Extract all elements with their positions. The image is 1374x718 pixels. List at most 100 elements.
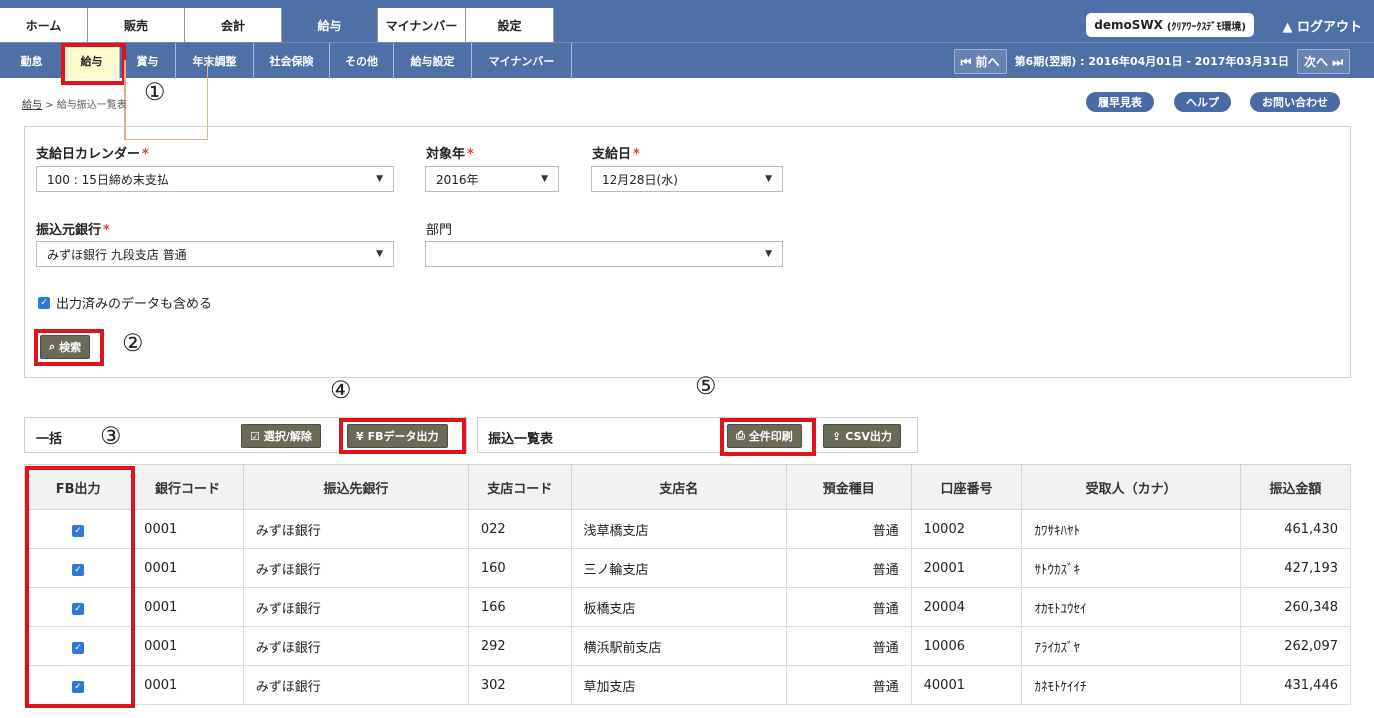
- year-label: 対象年 *: [426, 147, 474, 162]
- edit-icon: ☑: [250, 429, 260, 443]
- tab-sales[interactable]: 販売: [88, 8, 185, 42]
- bank-code-cell: 0001: [131, 665, 244, 705]
- calendar-label: 支給日カレンダー *: [36, 147, 149, 162]
- contact-button[interactable]: お問い合わせ: [1250, 92, 1340, 112]
- amount-cell: 260,348: [1239, 587, 1352, 627]
- amount-cell: 431,446: [1239, 665, 1352, 705]
- branch-name-cell: 浅草橋支店: [570, 509, 787, 549]
- col-bank-code: 銀行コード: [131, 464, 244, 510]
- subtab-payroll-settings[interactable]: 給与設定: [394, 43, 472, 79]
- top-nav: ホーム 販売 会計 給与 マイナンバー 設定 demoSWX (ｸﾘｱﾜｰｸｽﾃ…: [0, 0, 1374, 42]
- tab-payroll[interactable]: 給与: [282, 8, 378, 42]
- tab-mynumber[interactable]: マイナンバー: [378, 8, 466, 42]
- transfer-table: FB出力 銀行コード 振込先銀行 支店コード 支店名 預金種目 口座番号 受取人…: [23, 464, 1352, 705]
- branch-code-cell: 022: [467, 509, 572, 549]
- chevron-down-icon: ▼: [541, 174, 548, 184]
- payee-kana-cell: ｵｶﾓﾄﾕｳｾｲ: [1021, 587, 1241, 627]
- amount-cell: 427,193: [1239, 548, 1352, 588]
- subtab-mynumber[interactable]: マイナンバー: [472, 43, 572, 79]
- col-account-number: 口座番号: [910, 464, 1023, 510]
- include-output-checkbox[interactable]: ✓: [38, 296, 50, 309]
- upload-icon: ⇪: [832, 429, 842, 443]
- period-nav: ⏮ 前へ 第6期(翌期) : 2016年04月01日 - 2017年03月31日…: [953, 48, 1350, 74]
- payee-kana-cell: ｻﾄｳｶｽﾞｷ: [1021, 548, 1241, 588]
- tab-accounting[interactable]: 会計: [185, 8, 282, 42]
- account-type-cell: 普通: [785, 665, 912, 705]
- breadcrumb-sep: >: [45, 100, 54, 111]
- branch-code-cell: 166: [467, 587, 572, 627]
- col-branch-code: 支店コード: [467, 464, 572, 510]
- col-payee-kana: 受取人（カナ）: [1021, 464, 1241, 510]
- payee-kana-cell: ｱﾗｲｶｽﾞﾔ: [1021, 626, 1241, 666]
- prev-period-button[interactable]: ⏮ 前へ: [953, 48, 1007, 74]
- table-row: ✓ 0001 みずほ銀行 160 三ノ輪支店 普通 20001 ｻﾄｳｶｽﾞｷ …: [23, 548, 1352, 588]
- payee-kana-cell: ｶﾈﾓﾄｹｲｲﾁ: [1021, 665, 1241, 705]
- table-row: ✓ 0001 みずほ銀行 292 横浜駅前支店 普通 10006 ｱﾗｲｶｽﾞﾔ…: [23, 626, 1352, 666]
- required-mark: *: [103, 223, 110, 238]
- highlight-box-4: [339, 418, 466, 454]
- payee-kana-cell: ｶﾜｻｷﾊﾔﾄ: [1021, 509, 1241, 549]
- help-button[interactable]: ヘルプ: [1174, 92, 1231, 112]
- bank-code-cell: 0001: [131, 548, 244, 588]
- logout-link[interactable]: ▲ ログアウト: [1282, 16, 1362, 35]
- next-period-button[interactable]: 次へ ⏭: [1297, 48, 1350, 74]
- breadcrumb-link[interactable]: 給与: [22, 100, 42, 111]
- bank-code-cell: 0001: [131, 509, 244, 549]
- account-type-cell: 普通: [785, 626, 912, 666]
- highlight-box-3: [25, 466, 135, 708]
- bank-name-cell: みずほ銀行: [242, 548, 469, 588]
- subtab-attendance[interactable]: 勤怠: [0, 43, 64, 79]
- account-type-cell: 普通: [785, 509, 912, 549]
- table-row: ✓ 0001 みずほ銀行 166 板橋支店 普通 20004 ｵｶﾓﾄﾕｳｾｲ …: [23, 587, 1352, 627]
- account-number-cell: 10006: [910, 626, 1023, 666]
- payday-select[interactable]: 12月28日(水) ▼: [591, 166, 783, 192]
- subtab-social-insurance[interactable]: 社会保険: [254, 43, 330, 79]
- account-number-cell: 20004: [910, 587, 1023, 627]
- tab-settings[interactable]: 設定: [466, 8, 554, 42]
- branch-name-cell: 三ノ輪支店: [570, 548, 787, 588]
- include-output-row: ✓ 出力済みのデータも含める: [38, 293, 212, 312]
- bank-select[interactable]: みずほ銀行 九段支店 普通 ▼: [36, 241, 394, 267]
- bank-name-cell: みずほ銀行: [242, 665, 469, 705]
- year-select[interactable]: 2016年 ▼: [425, 166, 559, 192]
- main-tabs: ホーム 販売 会計 給与 マイナンバー 設定: [0, 8, 554, 42]
- bank-code-cell: 0001: [131, 626, 244, 666]
- marker-2: ②: [122, 329, 144, 357]
- period-text: 第6期(翌期) : 2016年04月01日 - 2017年03月31日: [1014, 55, 1290, 68]
- col-bank-name: 振込先銀行: [242, 464, 469, 510]
- highlight-box-2: [34, 329, 104, 366]
- amount-cell: 461,430: [1239, 509, 1352, 549]
- dept-select[interactable]: ▼: [425, 241, 783, 267]
- bank-code-cell: 0001: [131, 587, 244, 627]
- highlight-box-1: [61, 43, 126, 85]
- marker-4: ④: [330, 376, 352, 404]
- calendar-select[interactable]: 100 : 15日締め末支払 ▼: [36, 166, 394, 192]
- csv-export-button[interactable]: ⇪ CSV出力: [823, 424, 901, 448]
- user-badge[interactable]: demoSWX (ｸﾘｱﾜｰｸｽﾃﾞﾓ環境): [1086, 13, 1254, 37]
- amount-cell: 262,097: [1239, 626, 1352, 666]
- quick-reference-button[interactable]: 履早見表: [1086, 92, 1154, 112]
- subtab-other[interactable]: その他: [330, 43, 394, 79]
- bulk-label: 一括: [36, 432, 63, 447]
- chevron-down-icon: ▼: [376, 249, 383, 259]
- toggle-select-button[interactable]: ☑ 選択/解除: [241, 424, 321, 448]
- branch-name-cell: 横浜駅前支店: [570, 626, 787, 666]
- branch-code-cell: 160: [467, 548, 572, 588]
- tab-home[interactable]: ホーム: [0, 8, 88, 42]
- branch-name-cell: 板橋支店: [570, 587, 787, 627]
- bank-name-cell: みずほ銀行: [242, 509, 469, 549]
- bank-name-cell: みずほ銀行: [242, 626, 469, 666]
- marker-5: ⑤: [695, 372, 717, 400]
- required-mark: *: [142, 147, 149, 162]
- col-branch-name: 支店名: [570, 464, 787, 510]
- highlight-box-5: [720, 418, 816, 456]
- table-row: ✓ 0001 みずほ銀行 022 浅草橋支店 普通 10002 ｶﾜｻｷﾊﾔﾄ …: [23, 509, 1352, 549]
- branch-code-cell: 292: [467, 626, 572, 666]
- search-panel: 支給日カレンダー * 100 : 15日締め末支払 ▼ 対象年 * 2016年 ▼ 支給…: [24, 126, 1351, 378]
- bank-label: 振込元銀行 *: [36, 223, 110, 238]
- breadcrumb: 給与 > 給与振込一覧表: [22, 96, 127, 111]
- col-amount: 振込金額: [1239, 464, 1352, 510]
- required-mark: *: [467, 147, 474, 162]
- payday-label: 支給日 *: [592, 147, 640, 162]
- user-name: demoSWX: [1094, 18, 1163, 32]
